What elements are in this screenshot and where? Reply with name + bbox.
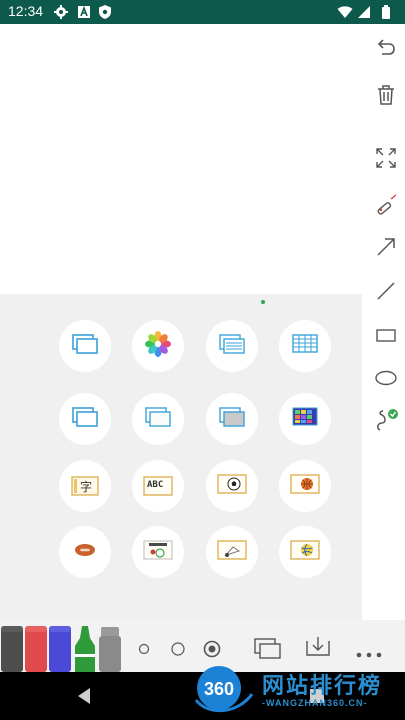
template-blank-card-2[interactable] <box>59 393 111 445</box>
battery-icon <box>378 4 394 20</box>
template-basketball-card[interactable] <box>279 460 331 512</box>
marker-red[interactable] <box>25 626 47 672</box>
template-volleyball-card[interactable] <box>279 526 331 578</box>
template-photos[interactable] <box>132 320 184 372</box>
chinese-card-icon: 字 <box>71 475 99 497</box>
ellipse-icon[interactable] <box>372 364 400 392</box>
template-cricket-card[interactable] <box>132 526 184 578</box>
chinese-card-label: 字 <box>80 480 93 494</box>
template-gray-card[interactable] <box>206 393 258 445</box>
marker-gray[interactable] <box>1 626 23 672</box>
watermark-badge-text: 360 <box>204 679 234 699</box>
stroke-size-selector <box>138 640 221 658</box>
abc-card-icon: ABC <box>143 475 173 497</box>
blank-card-icon <box>71 406 99 432</box>
laser-pointer-icon[interactable] <box>372 191 400 219</box>
page-indicator-dot <box>261 300 265 304</box>
template-lined-card[interactable] <box>206 320 258 372</box>
arrow-line-icon[interactable] <box>372 233 400 261</box>
pages-icon[interactable] <box>254 638 282 664</box>
template-badminton-card[interactable] <box>206 526 258 578</box>
watermark-logo-icon: 360 <box>194 666 254 713</box>
settings-icon <box>53 4 69 20</box>
shield-icon <box>97 4 113 20</box>
template-blank-card[interactable] <box>59 320 111 372</box>
trash-icon[interactable] <box>372 81 400 109</box>
fullscreen-icon[interactable] <box>372 144 400 172</box>
straight-line-icon[interactable] <box>372 277 400 305</box>
template-soccer-card[interactable] <box>206 460 258 512</box>
template-abc-card[interactable]: ABC <box>132 460 184 512</box>
photos-icon <box>144 330 172 362</box>
marker-blue[interactable] <box>49 626 71 672</box>
signal-icon <box>356 4 372 20</box>
color-grid-icon <box>291 406 319 432</box>
more-icon[interactable] <box>356 644 382 663</box>
back-icon[interactable] <box>76 687 92 709</box>
marker-light-gray[interactable] <box>99 627 121 672</box>
marker-tray <box>1 626 121 672</box>
template-grid-card[interactable] <box>279 320 331 372</box>
lined-card-icon <box>218 333 246 359</box>
watermark: 网站排行榜 -WANGZHAN360.CN- <box>262 668 382 708</box>
football-card-icon <box>70 539 100 565</box>
size-small-dot[interactable] <box>138 643 150 655</box>
text-a-icon <box>76 4 92 20</box>
freehand-lasso-icon[interactable] <box>372 406 400 434</box>
gray-card-icon <box>218 406 246 432</box>
blank-card-icon <box>71 333 99 359</box>
abc-card-label: ABC <box>147 480 164 490</box>
watermark-title: 网站排行榜 <box>262 673 383 698</box>
drawing-canvas[interactable] <box>0 24 362 294</box>
status-time: 12:34 <box>8 3 44 19</box>
watermark-subtitle: -WANGZHAN360.CN- <box>262 698 368 708</box>
white-card-icon <box>144 406 172 432</box>
cricket-card-icon <box>143 539 173 565</box>
template-white-card[interactable] <box>132 393 184 445</box>
basketball-card-icon <box>290 473 320 499</box>
save-icon[interactable] <box>305 635 331 663</box>
soccer-card-icon <box>217 473 247 499</box>
rectangle-icon[interactable] <box>372 321 400 349</box>
marker-green-selected[interactable] <box>75 626 95 672</box>
template-color-grid[interactable] <box>279 393 331 445</box>
size-medium-dot[interactable] <box>171 642 185 656</box>
wifi-icon <box>337 4 353 20</box>
badminton-card-icon <box>217 539 247 565</box>
template-football-card[interactable] <box>59 526 111 578</box>
undo-icon[interactable] <box>372 34 400 62</box>
status-bar: 12:34 <box>0 0 405 24</box>
volleyball-card-icon <box>290 539 320 565</box>
grid-card-icon <box>291 333 319 359</box>
template-chinese-card[interactable]: 字 <box>59 460 111 512</box>
